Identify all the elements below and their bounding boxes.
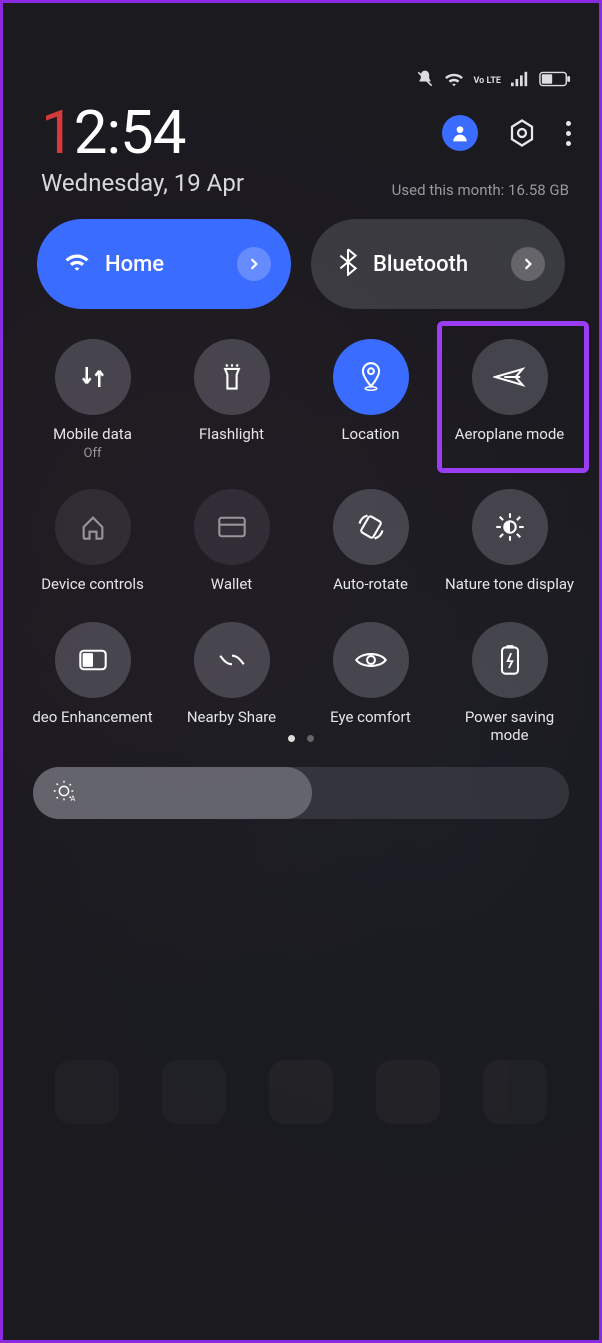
- more-button[interactable]: [566, 121, 571, 146]
- settings-button[interactable]: [506, 117, 538, 149]
- tile-device-controls[interactable]: Device controls: [23, 479, 162, 594]
- wifi-icon: [443, 70, 465, 92]
- quick-settings-grid: Mobile data Off Flashlight Location Aero…: [23, 329, 579, 745]
- tile-nearby-share[interactable]: Nearby Share: [162, 612, 301, 746]
- tile-flashlight[interactable]: Flashlight: [162, 329, 301, 461]
- bluetooth-icon: [337, 248, 359, 280]
- tile-eye-comfort[interactable]: Eye comfort: [301, 612, 440, 746]
- tile-wallet[interactable]: Wallet: [162, 479, 301, 594]
- brightness-auto-icon: A: [51, 778, 77, 808]
- status-bar: Vo LTE: [415, 69, 571, 93]
- wifi-expand-button[interactable]: [237, 247, 271, 281]
- signal-icon: [509, 70, 531, 92]
- page-indicator: [3, 735, 599, 742]
- svg-text:A: A: [71, 794, 76, 803]
- tile-power-saving[interactable]: Power saving mode: [440, 612, 579, 746]
- data-usage: Used this month: 16.58 GB: [392, 181, 569, 199]
- volte-icon: Vo LTE: [473, 77, 501, 85]
- tile-mobile-data[interactable]: Mobile data Off: [23, 329, 162, 461]
- wifi-pill[interactable]: Home: [37, 219, 291, 309]
- brightness-slider[interactable]: A: [33, 767, 569, 819]
- tile-aeroplane-mode[interactable]: Aeroplane mode: [440, 329, 579, 461]
- profile-button[interactable]: [442, 115, 478, 151]
- tile-video-enhancement[interactable]: deo Enhancement: [23, 612, 162, 746]
- date: Wednesday, 19 Apr: [41, 169, 244, 197]
- wifi-label: Home: [105, 252, 223, 277]
- clock: 12:54: [41, 103, 244, 163]
- home-dock-blurred: [3, 1060, 599, 1140]
- bluetooth-label: Bluetooth: [373, 252, 497, 277]
- tile-auto-rotate[interactable]: Auto-rotate: [301, 479, 440, 594]
- mute-icon: [415, 69, 435, 93]
- bluetooth-expand-button[interactable]: [511, 247, 545, 281]
- tile-location[interactable]: Location: [301, 329, 440, 461]
- bluetooth-pill[interactable]: Bluetooth: [311, 219, 565, 309]
- tile-nature-tone[interactable]: Nature tone display: [440, 479, 579, 594]
- wifi-icon: [63, 251, 91, 277]
- battery-icon: [539, 71, 571, 91]
